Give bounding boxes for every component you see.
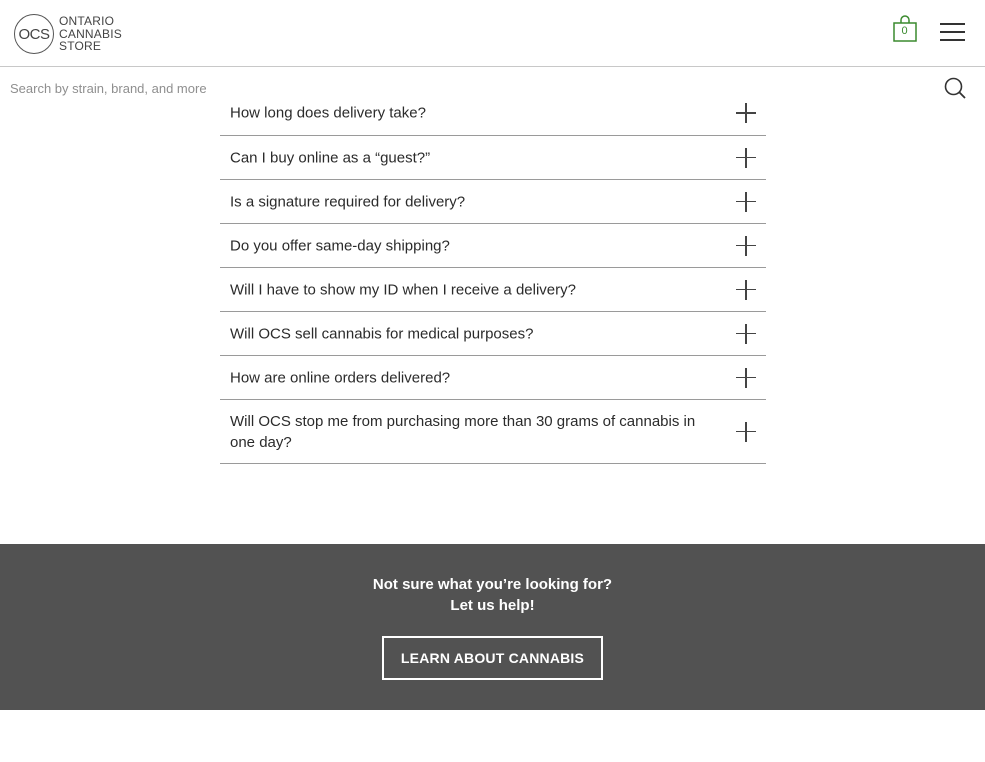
logo-wordmark: ONTARIO CANNABIS STORE	[59, 15, 122, 53]
faq-question: Can I buy online as a “guest?”	[230, 149, 431, 166]
faq-item[interactable]: Can I buy online as a “guest?”	[220, 136, 766, 180]
faq-item[interactable]: Will I have to show my ID when I receive…	[220, 268, 766, 312]
faq-item[interactable]: Will OCS stop me from purchasing more th…	[220, 400, 766, 464]
plus-icon[interactable]	[736, 147, 756, 168]
faq-question: Will OCS stop me from purchasing more th…	[230, 412, 696, 451]
plus-icon[interactable]	[736, 421, 756, 442]
faq-item[interactable]: Do you offer same-day shipping?	[220, 224, 766, 268]
faq-item[interactable]: How long does delivery take?	[220, 92, 766, 136]
faq-question: Will OCS sell cannabis for medical purpo…	[230, 325, 534, 342]
faq-question: Will I have to show my ID when I receive…	[230, 281, 576, 298]
cart-button[interactable]: 0	[893, 15, 917, 43]
promo-heading: Not sure what you’re looking for? Let us…	[0, 574, 985, 616]
logo-line: ONTARIO	[59, 14, 115, 29]
plus-icon[interactable]	[736, 367, 756, 388]
plus-icon[interactable]	[736, 191, 756, 212]
faq-item[interactable]: How are online orders delivered?	[220, 356, 766, 400]
logo-line: STORE	[59, 39, 102, 54]
search-icon[interactable]	[944, 77, 966, 99]
ocs-logo[interactable]: OCS ONTARIO CANNABIS STORE	[14, 13, 122, 55]
help-promo-band: Not sure what you’re looking for? Let us…	[0, 544, 985, 710]
plus-icon[interactable]	[736, 279, 756, 300]
hamburger-menu-icon[interactable]	[940, 23, 966, 43]
promo-heading-line: Not sure what you’re looking for?	[372, 576, 613, 593]
logo-badge: OCS	[14, 14, 54, 54]
plus-icon[interactable]	[736, 323, 756, 344]
cart-count: 0	[901, 25, 908, 37]
faq-question: Is a signature required for delivery?	[230, 193, 466, 210]
faq-question: Do you offer same-day shipping?	[230, 237, 450, 254]
faq-question: How long does delivery take?	[230, 104, 426, 122]
learn-about-cannabis-button[interactable]: LEARN ABOUT CANNABIS	[382, 636, 603, 680]
faq-question: How are online orders delivered?	[230, 369, 451, 386]
plus-icon[interactable]	[736, 103, 756, 123]
site-header: OCS ONTARIO CANNABIS STORE 0	[0, 0, 985, 67]
promo-heading-line: Let us help!	[450, 597, 535, 614]
faq-item[interactable]: Will OCS sell cannabis for medical purpo…	[220, 312, 766, 356]
faq-list: How long does delivery take? Can I buy o…	[220, 92, 766, 464]
faq-item[interactable]: Is a signature required for delivery?	[220, 180, 766, 224]
plus-icon[interactable]	[736, 235, 756, 256]
